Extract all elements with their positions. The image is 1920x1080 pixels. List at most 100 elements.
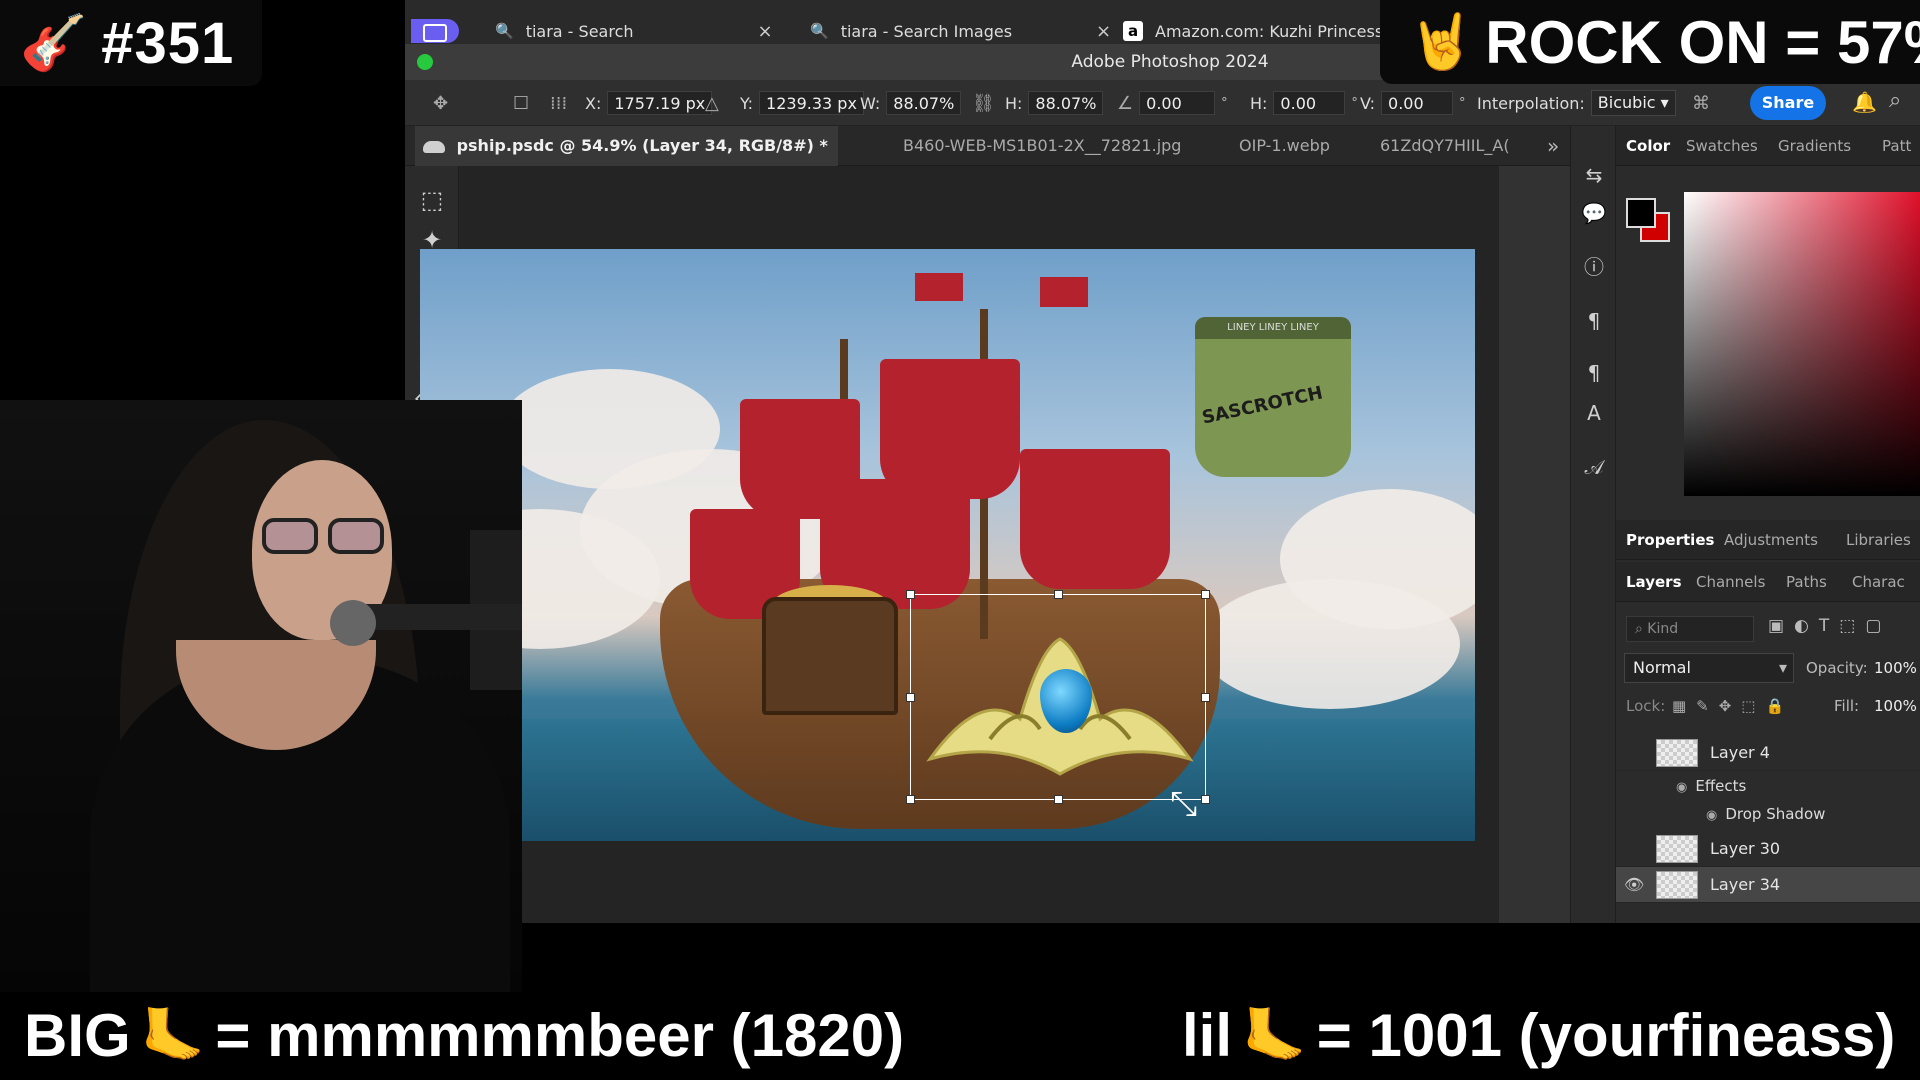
browser-tab[interactable]: 🔍 tiara - Search Images × (810, 18, 1111, 44)
tab-channels[interactable]: Channels (1696, 562, 1765, 602)
transform-handle[interactable] (1054, 795, 1063, 804)
tab-color[interactable]: Color (1626, 126, 1670, 166)
tab-patterns[interactable]: Patt (1882, 126, 1911, 166)
eye-icon[interactable]: ◉ (1706, 808, 1717, 823)
eye-icon[interactable]: ◉ (1676, 780, 1687, 795)
rectangular-marquee-tool-icon[interactable]: ⬚ (414, 183, 450, 217)
layer-visibility-toggle[interactable] (1624, 839, 1644, 859)
tab-paths[interactable]: Paths (1786, 562, 1827, 602)
transform-handle[interactable] (1201, 693, 1210, 702)
foot-icon: 🦶 (140, 1006, 206, 1065)
document-tab[interactable]: OIP-1.webp (1239, 126, 1330, 166)
transform-handle[interactable] (906, 693, 915, 702)
tab-properties[interactable]: Properties (1626, 520, 1714, 560)
browser-extension-button[interactable] (411, 19, 459, 43)
document-tab[interactable]: 61ZdQY7HIIL_A( (1380, 126, 1540, 166)
blend-mode-select[interactable]: Normal (1624, 653, 1794, 683)
width-field[interactable]: 88.07% (886, 91, 962, 115)
transform-handle[interactable] (1201, 795, 1210, 804)
close-icon[interactable]: × (1096, 21, 1111, 42)
foreground-color-swatch[interactable] (1626, 198, 1656, 228)
boxers-image: LINEY LINEY LINEY SASCROTCH (1195, 317, 1351, 477)
interpolation-select[interactable]: Bicubic ▾ (1590, 90, 1676, 116)
skew-h-unit: ° (1351, 95, 1358, 111)
app-title: Adobe Photoshop 2024 (1071, 52, 1269, 72)
tab-libraries[interactable]: Libraries (1846, 520, 1911, 560)
tab-character[interactable]: Charac (1852, 562, 1905, 602)
eye-icon[interactable]: 👁 (1624, 875, 1644, 895)
layer-thumbnail (1656, 739, 1698, 767)
angle-unit: ° (1221, 95, 1228, 111)
lock-icons[interactable]: ▦✎✥⬚🔒 (1672, 691, 1794, 721)
tab-gradients[interactable]: Gradients (1778, 126, 1851, 166)
layer-row[interactable]: Layer 30 (1616, 831, 1920, 867)
transform-selection-box[interactable] (906, 590, 1210, 804)
character-styles-icon[interactable]: A (1579, 398, 1609, 428)
layer-kind-filter[interactable]: ⌕ Kind (1626, 616, 1754, 642)
move-tool-options-icon[interactable]: ✥ (433, 80, 448, 126)
lil-value: = 1001 (yourfineass) (1316, 1001, 1896, 1069)
glyphs-icon[interactable]: 𝒜 (1579, 452, 1609, 482)
drop-shadow-row[interactable]: ◉ Drop Shadow (1706, 800, 1825, 828)
h-label: H: (1005, 93, 1023, 113)
share-button[interactable]: Share (1750, 86, 1826, 120)
big-value: = mmmmmmbeer (1820) (215, 1001, 905, 1069)
y-label: Y: (740, 93, 754, 113)
layer-effects-row[interactable]: ◉ Effects (1676, 772, 1746, 800)
color-spectrum[interactable] (1684, 192, 1920, 496)
document-tab[interactable]: B460-WEB-MS1B01-2X__72821.jpg (903, 126, 1181, 166)
info-icon[interactable]: ⓘ (1579, 252, 1609, 282)
link-icon[interactable]: ⛓ (972, 80, 995, 126)
y-position-field[interactable]: 1239.33 px (759, 91, 864, 115)
skew-v-label: V: (1360, 93, 1376, 113)
rock-on-text: ROCK ON = 57% (1485, 8, 1920, 76)
skew-h-field[interactable]: 0.00 (1273, 91, 1346, 115)
guitar-icon: 🎸 (20, 11, 88, 74)
comments-icon[interactable]: 💬 (1579, 198, 1609, 228)
document-tab-label: OIP-1.webp (1239, 136, 1330, 155)
browser-tab[interactable]: 🔍 tiara - Search × (495, 18, 773, 44)
search-icon[interactable]: ⌕ (1889, 88, 1901, 113)
bell-icon[interactable]: 🔔 (1852, 90, 1877, 114)
browser-tab-label: tiara - Search Images (840, 21, 1013, 41)
layer-visibility-toggle[interactable] (1624, 743, 1644, 763)
paragraph-icon[interactable]: ¶ (1579, 306, 1609, 336)
layer-row[interactable]: Layer 4 (1616, 735, 1920, 771)
document-canvas[interactable]: LINEY LINEY LINEY SASCROTCH ⤡ (420, 249, 1475, 841)
close-icon[interactable]: × (758, 21, 773, 42)
browser-tab-label: Amazon.com: Kuzhi Princess (1155, 21, 1384, 41)
rock-on-meter: 🤘 ROCK ON = 57% (1380, 0, 1920, 84)
tab-layers[interactable]: Layers (1626, 562, 1682, 602)
search-icon: 🔍 (810, 22, 829, 40)
warp-icon[interactable]: ⌘ (1692, 80, 1710, 126)
tab-swatches[interactable]: Swatches (1686, 126, 1758, 166)
angle-field[interactable]: 0.00 (1139, 91, 1216, 115)
layer-name: Layer 4 (1710, 743, 1770, 762)
paragraph-styles-icon[interactable]: ¶ (1579, 358, 1609, 388)
document-tab-label: B460-WEB-MS1B01-2X__72821.jpg (903, 136, 1182, 155)
transform-handle[interactable] (1054, 590, 1063, 599)
blend-row: Normal Opacity: 100% (1616, 649, 1920, 689)
tab-adjustments[interactable]: Adjustments (1724, 520, 1818, 560)
transform-handle[interactable] (1201, 590, 1210, 599)
double-chevron-right-icon[interactable]: » (1547, 126, 1559, 166)
layer-name: Layer 30 (1710, 839, 1781, 858)
delta-icon[interactable]: △ (705, 80, 719, 126)
history-icon[interactable]: ⇆ (1579, 160, 1609, 190)
document-tab-active[interactable]: pship.psdc @ 54.9% (Layer 34, RGB/8#) * (415, 126, 838, 166)
window-zoom-button[interactable] (417, 54, 433, 70)
x-position-field[interactable]: 1757.19 px (607, 91, 713, 115)
layer-row-selected[interactable]: 👁 Layer 34 (1616, 867, 1920, 903)
opacity-value[interactable]: 100% (1874, 653, 1917, 683)
reference-point-checkbox[interactable]: ☐ (513, 80, 529, 126)
layer-filter-icons[interactable]: ▣◐T⬚▢ (1768, 616, 1891, 636)
height-field[interactable]: 88.07% (1028, 91, 1104, 115)
browser-tab[interactable]: a Amazon.com: Kuzhi Princess (1123, 18, 1383, 44)
options-bar: ✥ ☐ ⁞⁞⁞ X: 1757.19 px △ Y: 1239.33 px W:… (405, 80, 1920, 126)
transform-handle[interactable] (906, 795, 915, 804)
transform-handle[interactable] (906, 590, 915, 599)
reference-point-grid-icon[interactable]: ⁞⁞⁞ (550, 80, 567, 126)
skew-v-field[interactable]: 0.00 (1381, 91, 1454, 115)
fill-value[interactable]: 100% (1874, 691, 1917, 721)
fill-label: Fill: (1834, 697, 1860, 715)
